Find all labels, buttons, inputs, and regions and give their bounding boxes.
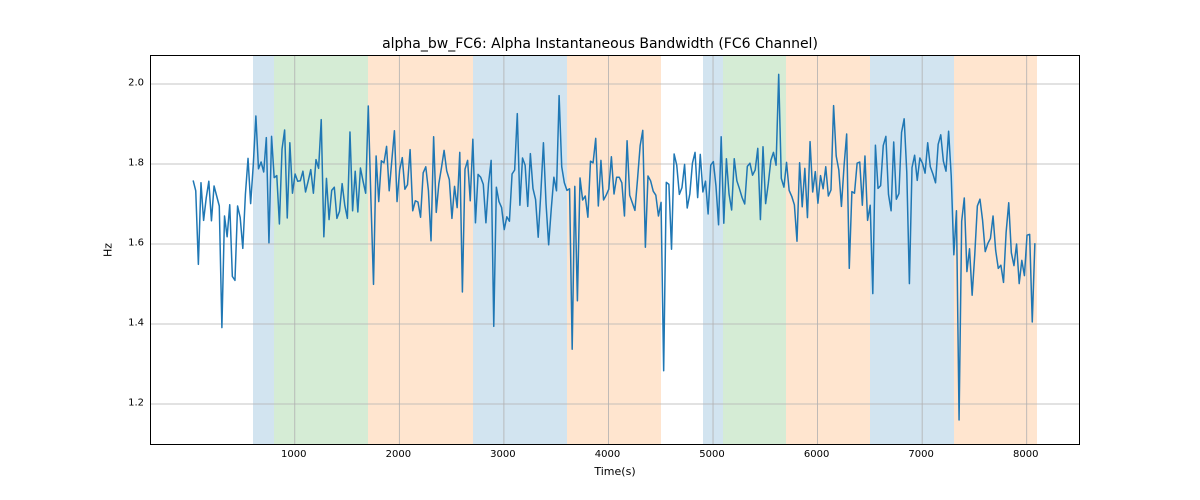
y-tick-label: 1.2: [128, 398, 144, 409]
x-axis-label: Time(s): [150, 465, 1080, 478]
y-axis-label: Hz: [102, 243, 115, 257]
chart-title: alpha_bw_FC6: Alpha Instantaneous Bandwi…: [0, 36, 1200, 52]
figure: alpha_bw_FC6: Alpha Instantaneous Bandwi…: [0, 0, 1200, 500]
x-tick-label: 4000: [595, 449, 620, 460]
y-tick-label: 2.0: [128, 78, 144, 89]
y-tick-label: 1.8: [128, 158, 144, 169]
x-tick-label: 2000: [386, 449, 411, 460]
plot-area: [150, 55, 1080, 445]
x-tick-label: 3000: [490, 449, 515, 460]
x-tick-label: 5000: [699, 449, 724, 460]
x-tick-label: 6000: [804, 449, 829, 460]
y-tick-label: 1.6: [128, 238, 144, 249]
x-tick-label: 8000: [1013, 449, 1038, 460]
x-tick-label: 7000: [908, 449, 933, 460]
grid-lines: [151, 56, 1079, 444]
plot-svg: [151, 56, 1079, 444]
y-tick-label: 1.4: [128, 318, 144, 329]
x-tick-label: 1000: [281, 449, 306, 460]
line-series: [193, 74, 1035, 420]
